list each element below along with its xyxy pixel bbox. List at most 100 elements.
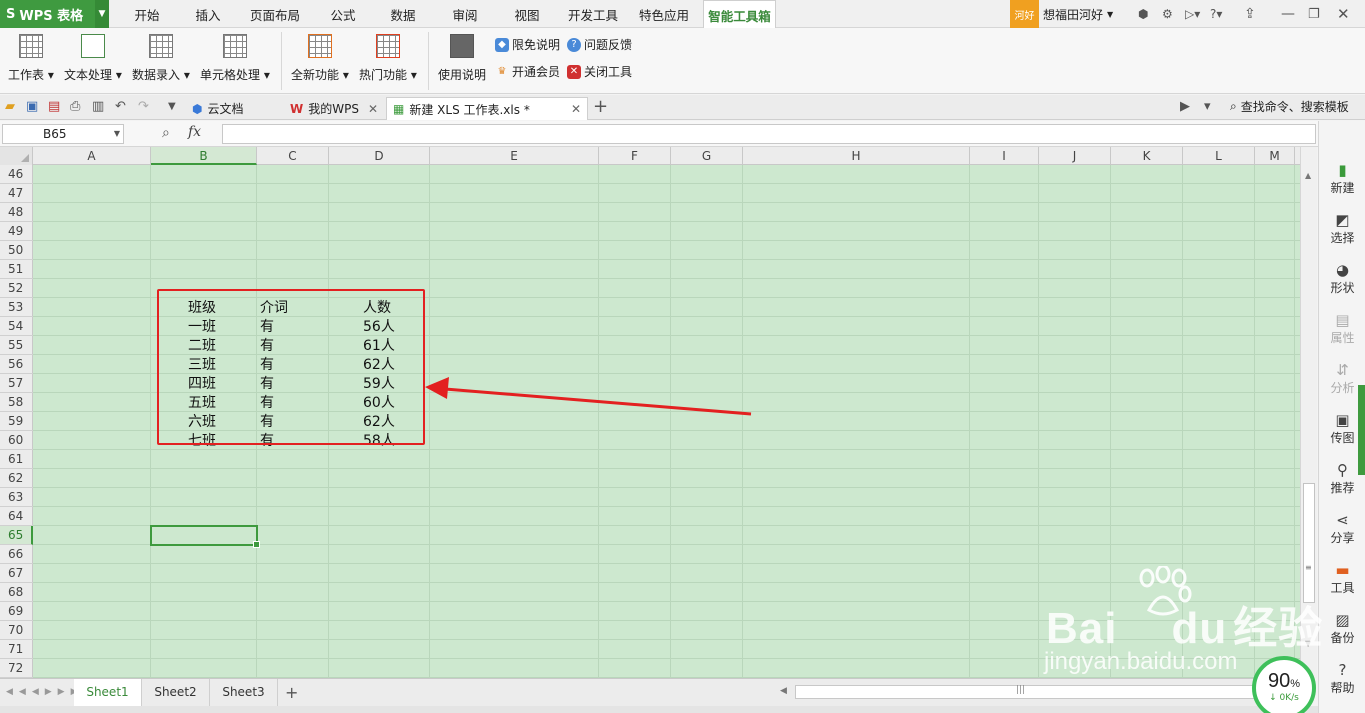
formula-input[interactable] xyxy=(222,124,1316,144)
menu-features[interactable]: 特色应用 xyxy=(632,0,696,28)
row-header-63[interactable]: 63 xyxy=(0,488,33,507)
scroll-left-icon[interactable]: ◀ xyxy=(780,686,787,696)
side-new-button[interactable]: ▮ 新建 xyxy=(1319,161,1365,196)
row-header-48[interactable]: 48 xyxy=(0,203,33,222)
tab-my-wps[interactable]: W 我的WPS ✕ xyxy=(284,97,384,120)
new-features-button[interactable]: 全新功能 ▾ xyxy=(291,34,349,83)
command-search[interactable]: ⌕ 查找命令、搜索模板 xyxy=(1230,98,1349,115)
row-header-71[interactable]: 71 xyxy=(0,640,33,659)
column-header-j[interactable]: J xyxy=(1039,147,1111,165)
user-name[interactable]: 想福田河好 ▼ xyxy=(1043,0,1113,28)
upload-icon[interactable]: ⇪ xyxy=(1244,0,1256,28)
menu-home[interactable]: 开始 xyxy=(122,0,172,28)
undo-icon[interactable]: ↶ xyxy=(115,99,126,114)
sheet-tab-3[interactable]: Sheet3 xyxy=(210,679,278,706)
open-folder-icon[interactable]: ▰ xyxy=(5,99,15,114)
tab-cloud-docs[interactable]: ⬢ 云文档 xyxy=(186,97,282,120)
row-header-62[interactable]: 62 xyxy=(0,469,33,488)
minimize-icon[interactable]: — xyxy=(1281,0,1295,28)
instructions-button[interactable]: 使用说明 xyxy=(438,34,486,83)
function-icon[interactable]: fx xyxy=(188,124,201,140)
add-sheet-icon[interactable]: + xyxy=(285,683,298,702)
row-header-69[interactable]: 69 xyxy=(0,602,33,621)
app-menu-button[interactable]: S WPS 表格 ▼ xyxy=(0,0,109,28)
row-header-57[interactable]: 57 xyxy=(0,374,33,393)
close-tools-button[interactable]: ✕ 关闭工具 xyxy=(567,63,632,80)
worksheet-button[interactable]: 工作表 ▾ xyxy=(8,34,54,83)
column-header-e[interactable]: E xyxy=(430,147,599,165)
close-icon[interactable]: ✕ xyxy=(1337,0,1350,28)
network-speed-widget[interactable]: 90% ↓ 0K/s xyxy=(1252,656,1316,713)
row-header-68[interactable]: 68 xyxy=(0,583,33,602)
print-icon[interactable]: ⎙ xyxy=(70,99,80,114)
scroll-thumb[interactable] xyxy=(1303,483,1315,603)
menu-formulas[interactable]: 公式 xyxy=(318,0,368,28)
row-header-61[interactable]: 61 xyxy=(0,450,33,469)
side-share-button[interactable]: ⋖ 分享 xyxy=(1319,511,1365,546)
sheet-tab-1[interactable]: Sheet1 xyxy=(74,679,142,706)
column-header-c[interactable]: C xyxy=(257,147,329,165)
name-box[interactable]: B65 ▼ xyxy=(2,124,124,144)
column-header-k[interactable]: K xyxy=(1111,147,1183,165)
export-pdf-icon[interactable]: ▤ xyxy=(48,99,60,114)
side-panel-collapse-handle[interactable] xyxy=(1358,385,1365,475)
close-tab-icon[interactable]: ✕ xyxy=(368,102,378,116)
cell-processing-button[interactable]: 单元格处理 ▾ xyxy=(200,34,270,83)
column-header-i[interactable]: I xyxy=(970,147,1039,165)
column-header-h[interactable]: H xyxy=(743,147,970,165)
chevron-down-icon[interactable]: ▼ xyxy=(95,0,109,28)
row-header-49[interactable]: 49 xyxy=(0,222,33,241)
tab-menu-icon[interactable]: ▾ xyxy=(1204,99,1211,114)
row-header-64[interactable]: 64 xyxy=(0,507,33,526)
row-header-67[interactable]: 67 xyxy=(0,564,33,583)
row-header-65[interactable]: 65 xyxy=(0,526,33,545)
settings-icon[interactable]: ⚙ xyxy=(1162,0,1173,28)
column-header-l[interactable]: L xyxy=(1183,147,1255,165)
side-shape-button[interactable]: ◕ 形状 xyxy=(1319,261,1365,296)
save-icon[interactable]: ▣ xyxy=(26,99,38,114)
menu-data[interactable]: 数据 xyxy=(378,0,428,28)
zoom-icon[interactable]: ⌕ xyxy=(162,125,170,141)
skin-icon[interactable]: ⬢ xyxy=(1138,0,1148,28)
row-header-51[interactable]: 51 xyxy=(0,260,33,279)
sheet-tab-2[interactable]: Sheet2 xyxy=(142,679,210,706)
scroll-up-icon[interactable]: ▲ xyxy=(1305,171,1311,180)
side-tools-button[interactable]: ▬ 工具 xyxy=(1319,561,1365,596)
help-icon[interactable]: ?▾ xyxy=(1210,0,1222,28)
customize-toolbar-icon[interactable]: ▼ xyxy=(168,101,176,112)
row-header-50[interactable]: 50 xyxy=(0,241,33,260)
menu-review[interactable]: 审阅 xyxy=(440,0,490,28)
row-header-54[interactable]: 54 xyxy=(0,317,33,336)
user-avatar[interactable]: 河好 xyxy=(1010,0,1039,28)
redo-icon[interactable]: ↷ xyxy=(138,99,149,114)
row-header-52[interactable]: 52 xyxy=(0,279,33,298)
free-limit-button[interactable]: ◆ 限免说明 xyxy=(495,36,560,53)
vip-button[interactable]: ♛ 开通会员 xyxy=(495,63,561,80)
restore-icon[interactable]: ❐ xyxy=(1308,0,1320,28)
share-icon[interactable]: ▷▾ xyxy=(1185,0,1200,28)
select-all-button[interactable] xyxy=(0,147,33,165)
column-header-a[interactable]: A xyxy=(33,147,151,165)
screen-record-icon[interactable]: ▶ xyxy=(1180,99,1190,114)
row-header-47[interactable]: 47 xyxy=(0,184,33,203)
close-tab-icon[interactable]: ✕ xyxy=(571,102,581,116)
menu-page-layout[interactable]: 页面布局 xyxy=(243,0,307,28)
feedback-button[interactable]: ? 问题反馈 xyxy=(567,36,632,53)
menu-view[interactable]: 视图 xyxy=(502,0,552,28)
row-header-59[interactable]: 59 xyxy=(0,412,33,431)
menu-developer[interactable]: 开发工具 xyxy=(562,0,624,28)
menu-smart-toolbox[interactable]: 智能工具箱 xyxy=(703,0,776,29)
side-select-button[interactable]: ◩ 选择 xyxy=(1319,211,1365,246)
hot-features-button[interactable]: 热门功能 ▾ xyxy=(359,34,417,83)
chevron-down-icon[interactable]: ▼ xyxy=(114,125,120,143)
row-header-55[interactable]: 55 xyxy=(0,336,33,355)
data-entry-button[interactable]: 数据录入 ▾ xyxy=(132,34,190,83)
side-properties-button[interactable]: ▤ 属性 xyxy=(1319,311,1365,346)
column-header-g[interactable]: G xyxy=(671,147,743,165)
row-header-66[interactable]: 66 xyxy=(0,545,33,564)
column-header-b[interactable]: B xyxy=(151,147,257,165)
row-header-70[interactable]: 70 xyxy=(0,621,33,640)
menu-insert[interactable]: 插入 xyxy=(183,0,233,28)
row-header-46[interactable]: 46 xyxy=(0,165,33,184)
column-header-m[interactable]: M xyxy=(1255,147,1295,165)
